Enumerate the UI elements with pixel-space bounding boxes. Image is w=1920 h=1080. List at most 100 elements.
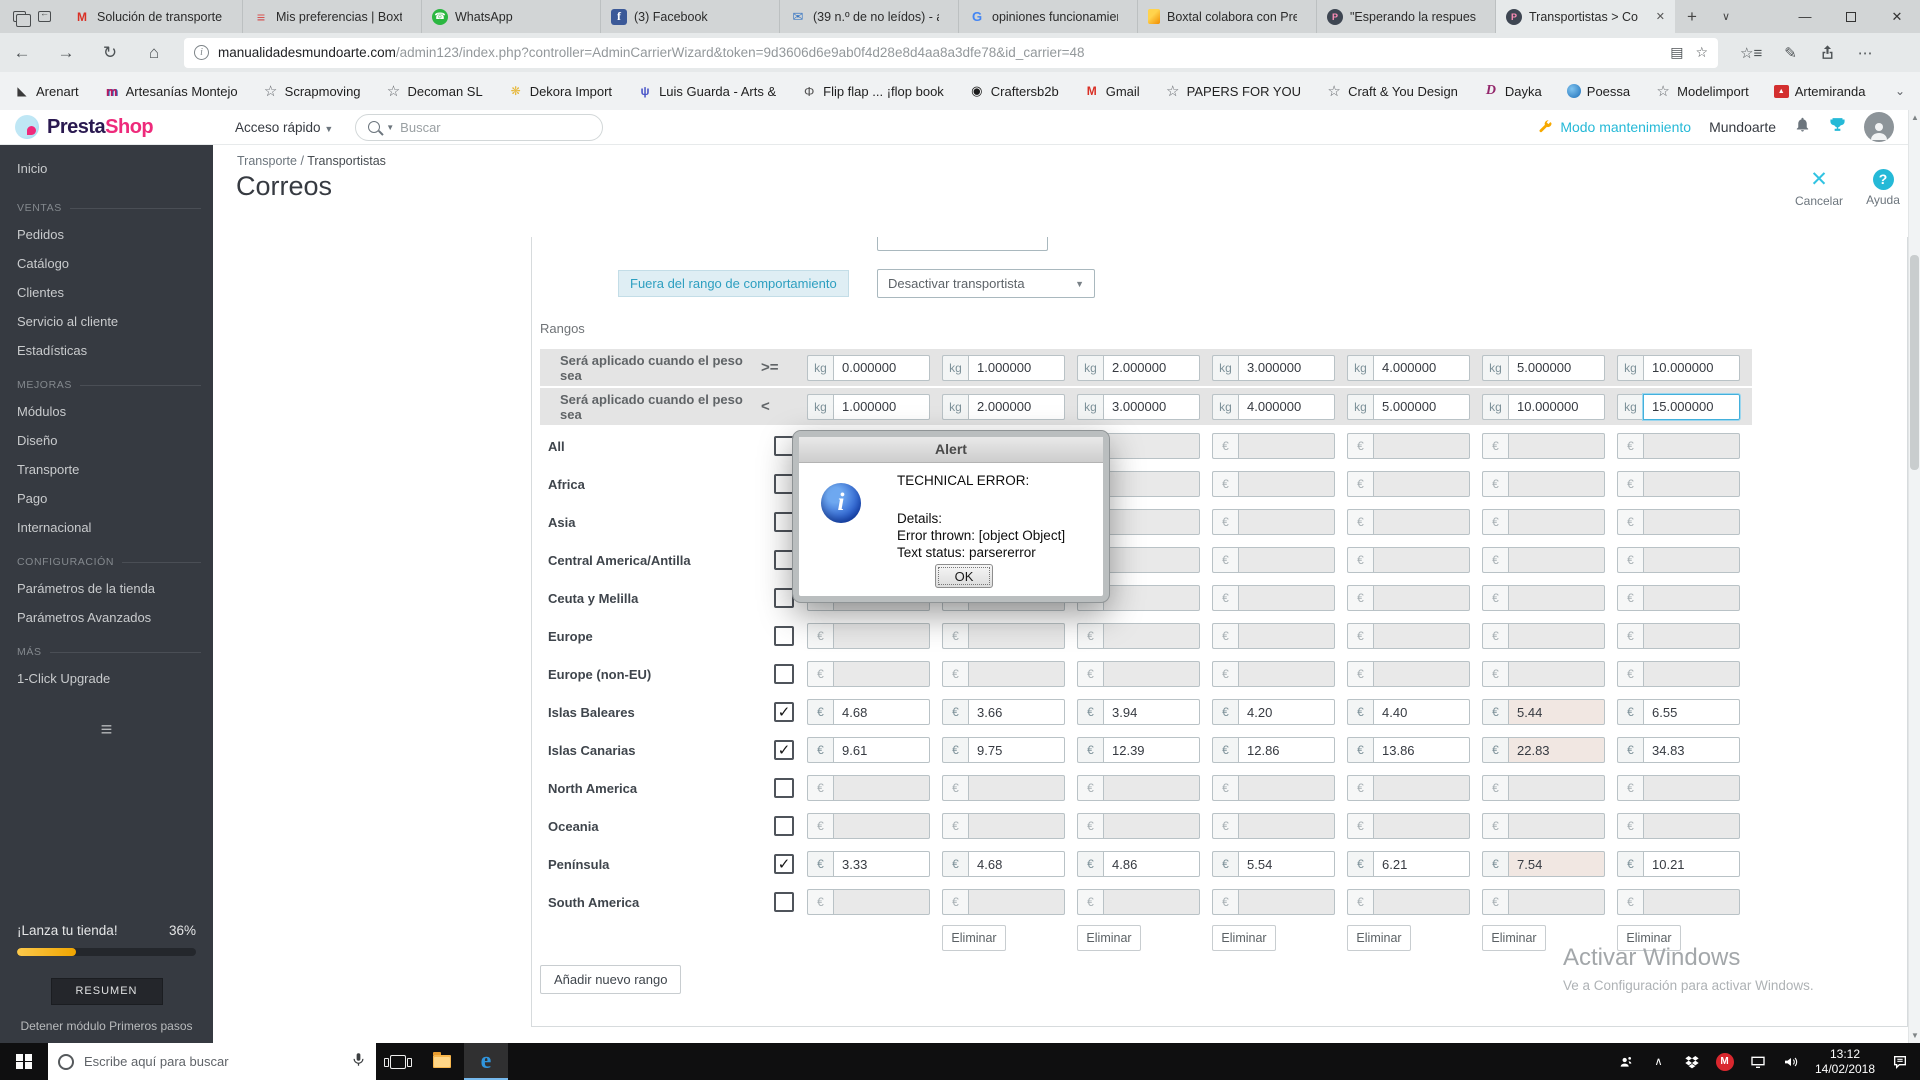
bookmark-item[interactable]: Artemiranda	[1773, 84, 1866, 99]
sidebar-item[interactable]: Catálogo	[0, 249, 213, 278]
price-input[interactable]: 13.86	[1373, 737, 1470, 763]
admin-search-box[interactable]: ▼ Buscar	[355, 113, 604, 141]
weight-input[interactable]: 1.000000	[833, 393, 930, 420]
price-input[interactable]	[1238, 471, 1335, 497]
zone-checkbox[interactable]	[774, 816, 794, 836]
price-input[interactable]	[968, 889, 1065, 915]
task-view-button[interactable]	[376, 1043, 420, 1080]
sidebar-item[interactable]: Pago	[0, 484, 213, 513]
tray-overflow-chevron-icon[interactable]: ∧	[1642, 1055, 1675, 1068]
delete-range-button[interactable]: Eliminar	[1482, 925, 1546, 951]
sidebar-item[interactable]: Clientes	[0, 278, 213, 307]
weight-input[interactable]: 3.000000	[1103, 393, 1200, 420]
price-input[interactable]	[1238, 623, 1335, 649]
price-input[interactable]	[833, 623, 930, 649]
price-input[interactable]	[1103, 547, 1200, 573]
price-input[interactable]	[1103, 661, 1200, 687]
delete-range-button[interactable]: Eliminar	[1077, 925, 1141, 951]
price-input[interactable]	[1508, 509, 1605, 535]
price-input[interactable]	[1508, 433, 1605, 459]
price-input[interactable]	[1103, 433, 1200, 459]
bookmark-item[interactable]: Modelimport	[1655, 83, 1749, 99]
price-input[interactable]	[1373, 585, 1470, 611]
price-input[interactable]	[1508, 547, 1605, 573]
sidebar-item[interactable]: Servicio al cliente	[0, 307, 213, 336]
breadcrumb-transportistas[interactable]: Transportistas	[307, 154, 386, 168]
price-input[interactable]	[833, 661, 930, 687]
favorite-star-icon[interactable]: ☆	[1695, 44, 1708, 61]
browser-tab[interactable]: Boxtal colabora con Pre	[1138, 0, 1317, 33]
browser-tab[interactable]: Mis preferencias | Boxta	[243, 0, 422, 33]
cancel-action[interactable]: ✕ Cancelar	[1789, 169, 1849, 209]
price-input[interactable]: 3.94	[1103, 699, 1200, 725]
zone-checkbox[interactable]	[774, 588, 794, 608]
price-input[interactable]: 6.21	[1373, 851, 1470, 877]
start-button[interactable]	[0, 1043, 48, 1080]
weight-input[interactable]: 10.000000	[1643, 354, 1740, 381]
sidebar-item[interactable]: Módulos	[0, 397, 213, 426]
home-icon[interactable]: ⌂	[132, 43, 176, 63]
window-close-button[interactable]: ✕	[1874, 0, 1920, 33]
zone-checkbox[interactable]	[774, 626, 794, 646]
zone-checkbox[interactable]	[774, 664, 794, 684]
bookmarks-overflow-chevron-icon[interactable]: ⌄	[1880, 84, 1920, 98]
breadcrumb-transporte[interactable]: Transporte	[237, 154, 297, 168]
price-input[interactable]: 4.86	[1103, 851, 1200, 877]
taskbar-search-box[interactable]: Escribe aquí para buscar	[48, 1043, 376, 1080]
prestashop-logo[interactable]: PrestaShop	[15, 115, 215, 139]
zone-checkbox[interactable]	[774, 778, 794, 798]
price-input[interactable]	[1103, 509, 1200, 535]
browser-tab[interactable]: (3) Facebook	[601, 0, 780, 33]
price-input[interactable]: 4.40	[1373, 699, 1470, 725]
price-input[interactable]	[1103, 623, 1200, 649]
sidebar-collapse-hamburger-icon[interactable]: ≡	[96, 719, 118, 742]
price-input[interactable]	[1508, 585, 1605, 611]
window-minimize-button[interactable]: —	[1782, 0, 1828, 33]
price-input[interactable]	[1373, 775, 1470, 801]
price-input[interactable]	[1508, 471, 1605, 497]
price-input[interactable]: 22.83	[1508, 737, 1605, 763]
price-input[interactable]	[1643, 547, 1740, 573]
price-input[interactable]: 4.68	[833, 699, 930, 725]
price-input[interactable]	[968, 775, 1065, 801]
alert-ok-button[interactable]: OK	[935, 564, 993, 588]
price-input[interactable]	[1373, 509, 1470, 535]
bookmark-item[interactable]: Poessa	[1566, 84, 1630, 99]
network-icon[interactable]	[1741, 1054, 1774, 1070]
price-input[interactable]	[1643, 585, 1740, 611]
clipped-select[interactable]	[877, 237, 1048, 251]
weight-input[interactable]: 4.000000	[1238, 393, 1335, 420]
price-input[interactable]: 9.61	[833, 737, 930, 763]
sidebar-item[interactable]: Parámetros de la tienda	[0, 574, 213, 603]
quick-access-dropdown[interactable]: Acceso rápido ▼	[235, 120, 333, 135]
bookmark-item[interactable]: PAPERS FOR YOU	[1165, 83, 1301, 99]
bookmark-item[interactable]: Dekora Import	[508, 83, 612, 99]
sidebar-item[interactable]: Transporte	[0, 455, 213, 484]
price-input[interactable]	[1508, 889, 1605, 915]
browser-tab[interactable]: opiniones funcionamier	[959, 0, 1138, 33]
reading-view-icon[interactable]: ▤	[1670, 44, 1683, 61]
zone-checkbox[interactable]	[774, 474, 794, 494]
bookmark-item[interactable]: Craftersb2b	[969, 83, 1059, 99]
browser-tab[interactable]: Transportistas > Co ✕	[1496, 0, 1675, 33]
price-input[interactable]	[833, 813, 930, 839]
user-avatar[interactable]	[1864, 112, 1894, 142]
price-input[interactable]	[1238, 547, 1335, 573]
price-input[interactable]	[833, 775, 930, 801]
price-input[interactable]: 5.54	[1238, 851, 1335, 877]
weight-input[interactable]: 2.000000	[968, 393, 1065, 420]
price-input[interactable]	[1643, 623, 1740, 649]
add-range-button[interactable]: Añadir nuevo rango	[540, 965, 682, 994]
help-action[interactable]: ? Ayuda	[1853, 169, 1913, 207]
site-info-icon[interactable]: i	[194, 45, 209, 60]
browser-tab[interactable]: Solución de transporte I	[64, 0, 243, 33]
zone-checkbox[interactable]	[774, 436, 794, 456]
window-maximize-button[interactable]	[1828, 0, 1874, 33]
tab-close-icon[interactable]: ✕	[1654, 10, 1667, 23]
shop-name-link[interactable]: Mundoarte	[1709, 119, 1776, 135]
bookmark-item[interactable]: Scrapmoving	[263, 83, 361, 99]
price-input[interactable]	[1238, 889, 1335, 915]
weight-input[interactable]: 3.000000	[1238, 354, 1335, 381]
share-icon[interactable]	[1819, 44, 1836, 61]
price-input[interactable]: 3.66	[968, 699, 1065, 725]
